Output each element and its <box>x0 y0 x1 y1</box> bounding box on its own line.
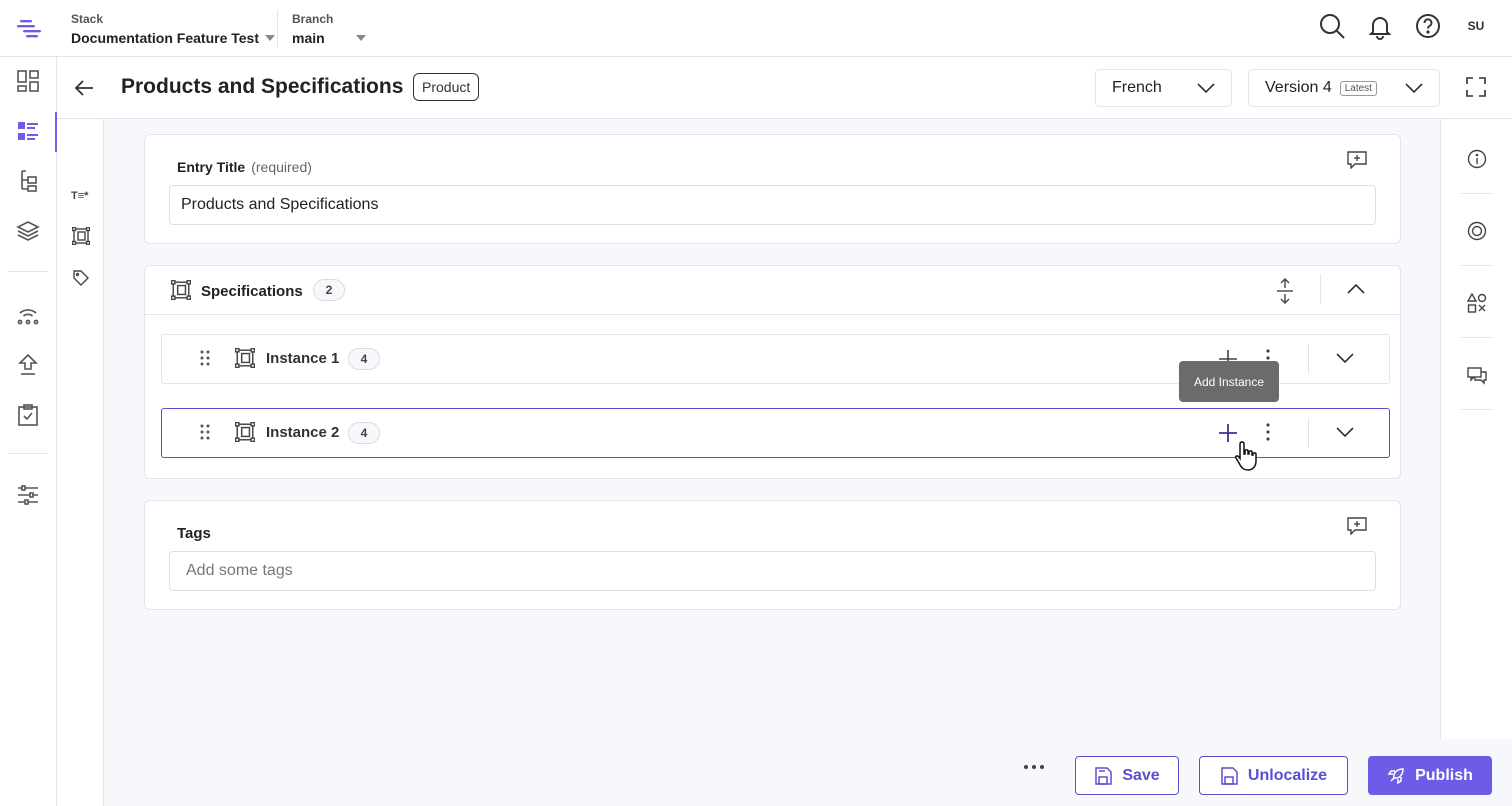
nav-divider <box>8 453 48 454</box>
page-title: Products and Specifications <box>121 75 404 98</box>
instance-count-badge: 4 <box>348 422 380 444</box>
tasks-icon[interactable] <box>16 403 40 427</box>
entry-title-input[interactable]: Products and Specifications <box>169 185 1376 225</box>
right-panel <box>1440 119 1512 739</box>
more-options-icon[interactable] <box>1266 423 1270 441</box>
stack-value: Documentation Feature Test <box>71 30 259 46</box>
publish-label: Publish <box>1415 766 1473 784</box>
group-icon <box>235 422 255 442</box>
add-comment-icon[interactable] <box>1347 517 1367 535</box>
releases-icon[interactable] <box>16 303 40 327</box>
tags-label: Tags <box>177 525 211 542</box>
panel-divider <box>1461 193 1493 194</box>
add-instance-tooltip: Add Instance <box>1179 361 1279 402</box>
unlocalize-icon <box>1221 766 1238 785</box>
entries-icon[interactable] <box>16 119 40 143</box>
settings-icon[interactable] <box>16 483 40 507</box>
comments-icon[interactable] <box>1467 365 1487 385</box>
content-models-icon[interactable] <box>16 169 40 193</box>
drag-handle-icon[interactable] <box>200 424 210 440</box>
group-field-icon <box>171 280 191 300</box>
caret-down-icon <box>265 35 275 41</box>
group-field-icon[interactable] <box>72 227 90 245</box>
assets-icon[interactable] <box>16 219 40 243</box>
group-instance-2[interactable]: Instance 2 4 <box>161 408 1390 458</box>
entry-header: Products and Specifications Product Fren… <box>57 57 1512 119</box>
panel-divider <box>1461 337 1493 338</box>
specifications-count-badge: 2 <box>313 279 345 301</box>
save-icon <box>1095 766 1113 785</box>
save-button[interactable]: Save <box>1075 756 1179 795</box>
panel-divider <box>1461 265 1493 266</box>
language-value: French <box>1112 79 1162 96</box>
top-bar: Stack Documentation Feature Test Branch … <box>0 0 1512 57</box>
chevron-down-icon[interactable] <box>1336 353 1354 363</box>
instance-name: Instance 2 <box>266 424 340 441</box>
specifications-label: Specifications <box>201 283 303 300</box>
svg-text:T≡*: T≡* <box>71 190 89 202</box>
back-arrow-icon[interactable] <box>73 77 95 99</box>
rocket-icon <box>1387 767 1404 784</box>
bell-icon[interactable] <box>1366 12 1394 40</box>
divider <box>1308 344 1309 374</box>
dashboard-icon[interactable] <box>16 69 40 93</box>
version-value: Version 4 <box>1265 79 1332 96</box>
stack-label: Stack <box>71 12 104 26</box>
nav-divider <box>8 271 48 272</box>
publish-button[interactable]: Publish <box>1368 756 1492 795</box>
group-icon <box>235 348 255 368</box>
chevron-down-icon <box>1197 83 1215 93</box>
drag-handle-icon[interactable] <box>200 350 210 366</box>
field-nav: T≡* <box>57 119 104 806</box>
deploy-icon[interactable] <box>16 353 40 377</box>
app-logo-icon[interactable] <box>14 14 44 44</box>
entry-title-field: Entry Title (required) Products and Speci… <box>144 134 1401 244</box>
chevron-up-icon[interactable] <box>1347 284 1365 294</box>
divider <box>1320 274 1321 304</box>
text-field-icon[interactable]: T≡* <box>71 187 97 203</box>
tags-input[interactable]: Add some tags <box>169 551 1376 591</box>
instance-count-badge: 4 <box>348 348 380 370</box>
version-select[interactable]: Version 4 Latest <box>1248 69 1440 107</box>
avatar[interactable]: SU <box>1462 19 1490 33</box>
visual-builder-icon[interactable] <box>1467 221 1487 241</box>
tag-icon[interactable] <box>72 269 90 287</box>
content-type-badge[interactable]: Product <box>413 73 480 101</box>
hand-cursor-icon <box>1235 441 1257 471</box>
add-comment-icon[interactable] <box>1347 151 1367 169</box>
entry-title-label: Entry Title <box>177 159 246 175</box>
divider <box>145 314 1400 315</box>
branch-selector[interactable]: Branch main <box>292 12 366 46</box>
unlocalize-button[interactable]: Unlocalize <box>1199 756 1348 795</box>
search-icon[interactable] <box>1318 12 1346 40</box>
left-nav <box>0 57 57 806</box>
branch-value: main <box>292 30 325 46</box>
instance-name: Instance 1 <box>266 350 340 367</box>
required-indicator: (required) <box>251 159 312 175</box>
save-label: Save <box>1122 766 1160 784</box>
chevron-down-icon <box>1405 83 1423 93</box>
divider <box>277 10 278 48</box>
divider <box>1308 418 1309 448</box>
latest-tag: Latest <box>1339 80 1377 96</box>
expand-collapse-all-icon[interactable] <box>1275 278 1295 304</box>
help-icon[interactable] <box>1414 12 1442 40</box>
extensions-icon[interactable] <box>1467 293 1487 313</box>
unlocalize-label: Unlocalize <box>1247 766 1328 784</box>
branch-label: Branch <box>292 12 334 26</box>
info-icon[interactable] <box>1467 149 1487 169</box>
panel-divider <box>1461 409 1493 410</box>
more-actions-icon[interactable] <box>1023 764 1045 770</box>
tags-field: Tags Add some tags <box>144 500 1401 610</box>
caret-down-icon <box>356 35 366 41</box>
fullscreen-icon[interactable] <box>1465 76 1487 98</box>
chevron-down-icon[interactable] <box>1336 427 1354 437</box>
language-select[interactable]: French <box>1095 69 1232 107</box>
stack-selector[interactable]: Stack Documentation Feature Test <box>71 12 275 46</box>
